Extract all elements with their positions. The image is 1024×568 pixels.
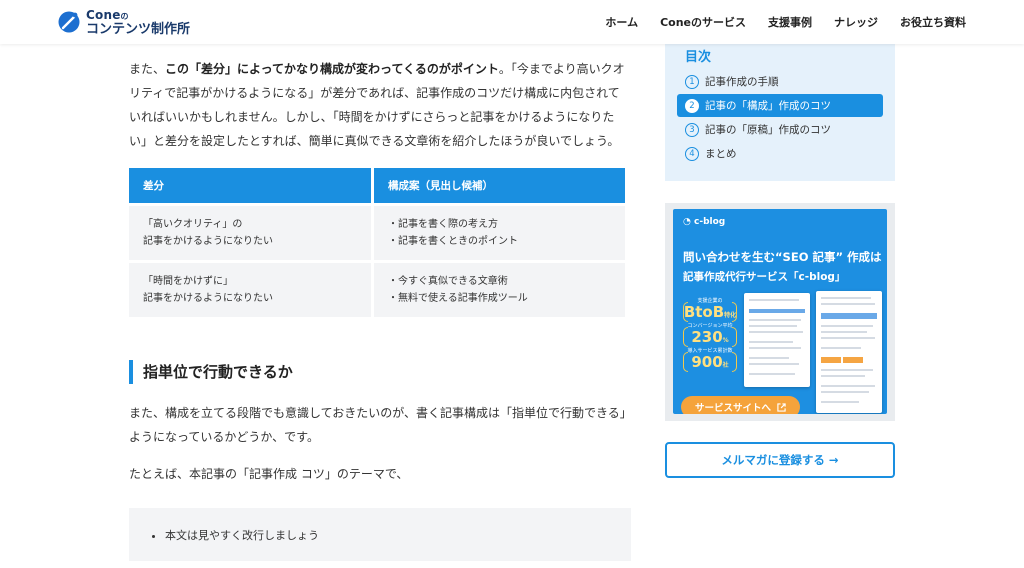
newsletter-label: メルマガに登録する <box>721 453 825 467</box>
cblog-brand-text: c-blog <box>694 217 726 227</box>
nav-cases[interactable]: 支援事例 <box>768 14 812 30</box>
cell-line: ・今すぐ真似できる文章術 <box>388 276 508 287</box>
logo-bottom-text: コンテンツ制作所 <box>86 21 191 37</box>
table-cell-diff: 「時間をかけずに」 記事をかけるようになりたい <box>129 263 371 317</box>
cell-line: ・記事を書くときのポイント <box>388 236 518 247</box>
newsletter-button[interactable]: メルマガに登録する → <box>665 442 895 478</box>
nav-resources[interactable]: お役立ち資料 <box>900 14 966 30</box>
diff-table: 差分 構成案（見出し候補） 「高いクオリティ」の 記事をかけるようになりたい ・… <box>126 168 628 317</box>
cell-line: ・記事を書く際の考え方 <box>388 219 498 230</box>
site-logo[interactable]: Coneの コンテンツ制作所 <box>58 8 190 36</box>
global-nav: ホーム Coneのサービス 支援事例 ナレッジ お役立ち資料 <box>605 14 966 30</box>
stat-value: 900 <box>691 353 723 371</box>
article-paragraph: また、この「差分」によってかなり構成が変わってくるのがポイント。「今までより高い… <box>129 57 631 153</box>
laurel-icon <box>732 352 737 372</box>
banner-headline-2: 記事作成代行サービス「c-blog」 <box>683 271 846 283</box>
external-link-icon <box>777 402 786 412</box>
service-site-button[interactable]: サービスサイトへ <box>681 396 800 414</box>
article-paragraph: たとえば、本記事の「記事作成 コツ」のテーマで、 <box>129 467 409 481</box>
stat-badge: コンバージョン平均 230% <box>683 322 737 349</box>
cone-logo-icon <box>58 11 80 33</box>
stat-badge: 導入サービス累計数 900社 <box>683 347 737 374</box>
cblog-brand: ◔ c-blog <box>683 217 725 227</box>
laurel-icon <box>732 327 737 347</box>
toc-title: 目次 <box>685 50 712 65</box>
nav-services[interactable]: Coneのサービス <box>660 14 746 30</box>
cblog-banner[interactable]: ◔ c-blog 問い合わせを生む“SEO 記事” 作成は 記事作成代行サービス… <box>665 203 895 421</box>
stat-value: BtoB <box>683 303 725 321</box>
cell-line: 記事をかけるようになりたい <box>143 293 273 304</box>
cell-line: 「高いクオリティ」の <box>143 219 243 230</box>
toc-number: 4 <box>685 146 699 161</box>
section-heading: 指単位で行動できるか <box>129 360 293 384</box>
nav-home[interactable]: ホーム <box>605 14 638 30</box>
table-cell-plan: ・今すぐ真似できる文章術 ・無料で使える記事作成ツール <box>374 263 625 317</box>
banner-card: ◔ c-blog 問い合わせを生む“SEO 記事” 作成は 記事作成代行サービス… <box>673 209 887 414</box>
stat-value: 230 <box>691 328 723 346</box>
toc-item-label: 記事の「原稿」作成のコツ <box>705 124 831 136</box>
table-cell-plan: ・記事を書く際の考え方 ・記事を書くときのポイント <box>374 206 625 260</box>
p1-bold-text: この「差分」によってかなり構成が変わってくるのがポイント <box>165 62 499 76</box>
cell-line: 記事をかけるようになりたい <box>143 236 273 247</box>
toc-number: 2 <box>685 98 699 113</box>
table-row: 「高いクオリティ」の 記事をかけるようになりたい ・記事を書く際の考え方 ・記事… <box>129 206 625 260</box>
document-preview <box>816 291 882 413</box>
stat-unit: 社 <box>722 362 729 369</box>
laurel-icon <box>683 352 688 372</box>
logo-top-text: Cone <box>86 7 121 22</box>
list-item: 本文は見やすく改行しましょう <box>165 527 319 543</box>
laurel-icon <box>683 327 688 347</box>
toc-number: 3 <box>685 122 699 137</box>
laurel-icon <box>683 302 688 322</box>
nav-knowledge[interactable]: ナレッジ <box>834 14 878 30</box>
arrow-right-icon: → <box>828 453 839 467</box>
example-box: 本文は見やすく改行しましょう <box>129 508 631 561</box>
toc-item-4[interactable]: 4 まとめ <box>677 142 883 165</box>
toc-item-3[interactable]: 3 記事の「原稿」作成のコツ <box>677 118 883 141</box>
table-cell-diff: 「高いクオリティ」の 記事をかけるようになりたい <box>129 206 371 260</box>
article-paragraph: また、構成を立てる段階でも意識しておきたいのが、書く記事構成は「指単位で行動でき… <box>129 406 626 444</box>
toc-item-label: まとめ <box>705 148 737 160</box>
p1-text-a: また、 <box>129 62 166 76</box>
table-of-contents: 目次 1 記事作成の手順 2 記事の「構成」作成のコツ 3 記事の「原稿」作成の… <box>665 44 895 181</box>
cell-line: 「時間をかけずに」 <box>143 276 233 287</box>
table-header-diff: 差分 <box>129 168 371 203</box>
cell-line: ・無料で使える記事作成ツール <box>388 293 528 304</box>
toc-number: 1 <box>685 74 699 89</box>
cblog-logo-icon: ◔ <box>683 217 694 227</box>
toc-item-label: 記事作成の手順 <box>705 76 779 88</box>
toc-item-label: 記事の「構成」作成のコツ <box>705 100 831 112</box>
service-site-label: サービスサイトへ <box>694 403 771 414</box>
table-row: 「時間をかけずに」 記事をかけるようになりたい ・今すぐ真似できる文章術 ・無料… <box>129 263 625 317</box>
document-preview <box>744 293 810 387</box>
banner-headline-1: 問い合わせを生む“SEO 記事” 作成は <box>683 250 882 264</box>
toc-item-2[interactable]: 2 記事の「構成」作成のコツ <box>677 94 883 117</box>
toc-item-1[interactable]: 1 記事作成の手順 <box>677 70 883 93</box>
logo-text: Coneの コンテンツ制作所 <box>86 9 190 36</box>
stat-unit: % <box>722 337 729 344</box>
site-header: Coneの コンテンツ制作所 ホーム Coneのサービス 支援事例 ナレッジ お… <box>0 0 1024 44</box>
stat-badge: 支援企業の BtoB特化 <box>683 297 737 324</box>
logo-top-small: の <box>120 11 129 21</box>
laurel-icon <box>732 302 737 322</box>
table-header-plan: 構成案（見出し候補） <box>374 168 625 203</box>
